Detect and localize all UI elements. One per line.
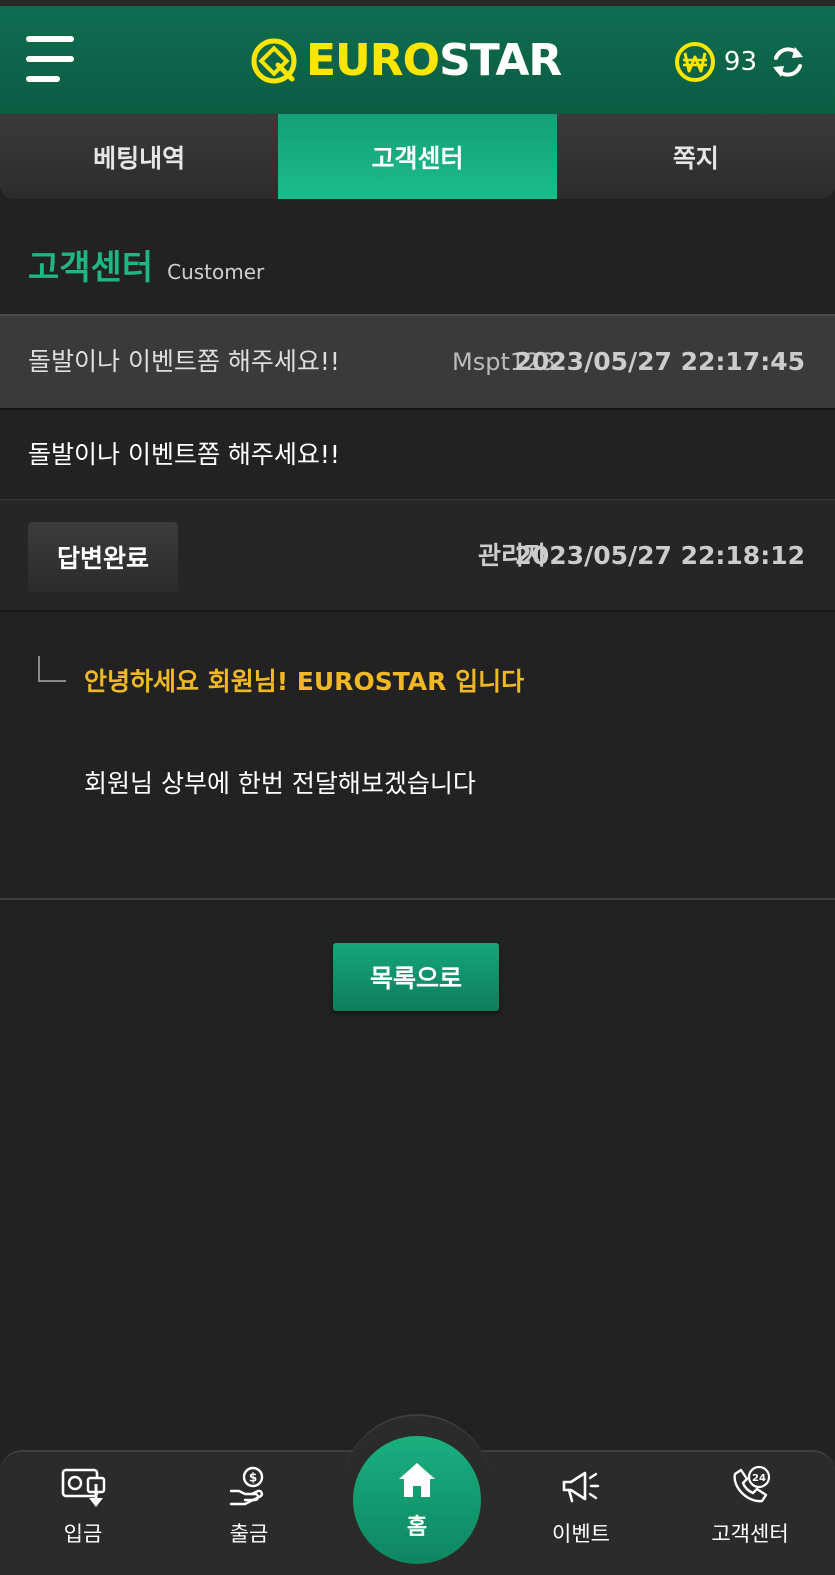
reply-header: 답변완료 관리자 2023/05/27 22:18:12 xyxy=(0,500,835,612)
money-hand-icon: $ xyxy=(229,1466,264,1506)
nav-withdraw[interactable]: $ 출금 xyxy=(189,1460,309,1560)
logo-euro-text: EURO xyxy=(306,35,440,86)
reply-greeting: 안녕하세요 회원님! EUROSTAR 입니다 xyxy=(84,667,525,696)
wallet-deposit-icon xyxy=(61,1468,106,1507)
nav-event-label: 이벤트 xyxy=(552,1522,610,1546)
post-body-text: 돌발이나 이벤트쫌 해주세요!! xyxy=(28,440,340,469)
tab-betting-history[interactable]: 베팅내역 xyxy=(0,114,279,199)
app-header: EUROSTAR 93 xyxy=(0,6,835,114)
eurostar-logo[interactable]: EUROSTAR xyxy=(250,35,562,86)
logo-wordmark: EUROSTAR xyxy=(306,35,562,86)
status-badge: 답변완료 xyxy=(28,522,178,592)
section-title: 고객센터 Customer xyxy=(28,240,264,289)
logo-emblem-icon xyxy=(251,38,297,84)
hamburger-menu-icon[interactable] xyxy=(26,36,76,84)
won-coin-icon xyxy=(674,42,715,82)
logo-star-text: STAR xyxy=(439,35,562,86)
nav-support[interactable]: 24 고객센터 xyxy=(690,1460,810,1560)
post-date: 2023/05/27 22:17:45 xyxy=(514,347,806,376)
svg-text:24: 24 xyxy=(752,1473,766,1484)
nav-home-button[interactable]: 홈 xyxy=(353,1436,481,1564)
post-body: 돌발이나 이벤트쫌 해주세요!! xyxy=(0,410,835,500)
megaphone-icon xyxy=(562,1471,600,1503)
nav-deposit-label: 입금 xyxy=(63,1522,103,1546)
tab-bar: 베팅내역 고객센터 쪽지 xyxy=(0,114,835,199)
balance-display: 93 xyxy=(674,40,807,84)
home-icon xyxy=(399,1463,435,1497)
section-title-main: 고객센터 xyxy=(28,248,154,288)
reply-message: 회원님 상부에 한번 전달해보겠습니다 xyxy=(84,769,476,798)
nav-event[interactable]: 이벤트 xyxy=(521,1460,641,1560)
reply-date: 2023/05/27 22:18:12 xyxy=(514,541,806,570)
refresh-icon[interactable] xyxy=(769,43,807,81)
svg-text:$: $ xyxy=(249,1471,257,1485)
balance-value: 93 xyxy=(723,47,757,77)
back-to-list-button[interactable]: 목록으로 xyxy=(333,943,499,1011)
nav-home-label: 홈 xyxy=(406,1515,428,1540)
nav-support-label: 고객센터 xyxy=(711,1522,789,1546)
post-title: 돌발이나 이벤트쫌 해주세요!! xyxy=(28,347,340,376)
nav-deposit[interactable]: 입금 xyxy=(23,1460,143,1560)
tab-customer-center[interactable]: 고객센터 xyxy=(278,114,557,199)
reply-content: 안녕하세요 회원님! EUROSTAR 입니다 회원님 상부에 한번 전달해보겠… xyxy=(0,614,835,900)
post-header: 돌발이나 이벤트쫌 해주세요!! Mspt123 2023/05/27 22:1… xyxy=(0,314,835,410)
page: EUROSTAR 93 베팅내역 고객센터 쪽지 고객센터 Customer 돌… xyxy=(0,0,835,1575)
tab-messages[interactable]: 쪽지 xyxy=(556,114,835,199)
phone-24-icon: 24 xyxy=(733,1465,771,1503)
nav-withdraw-label: 출금 xyxy=(229,1522,269,1546)
section-title-sub: Customer xyxy=(167,260,265,284)
reply-arrow-icon xyxy=(38,656,66,682)
